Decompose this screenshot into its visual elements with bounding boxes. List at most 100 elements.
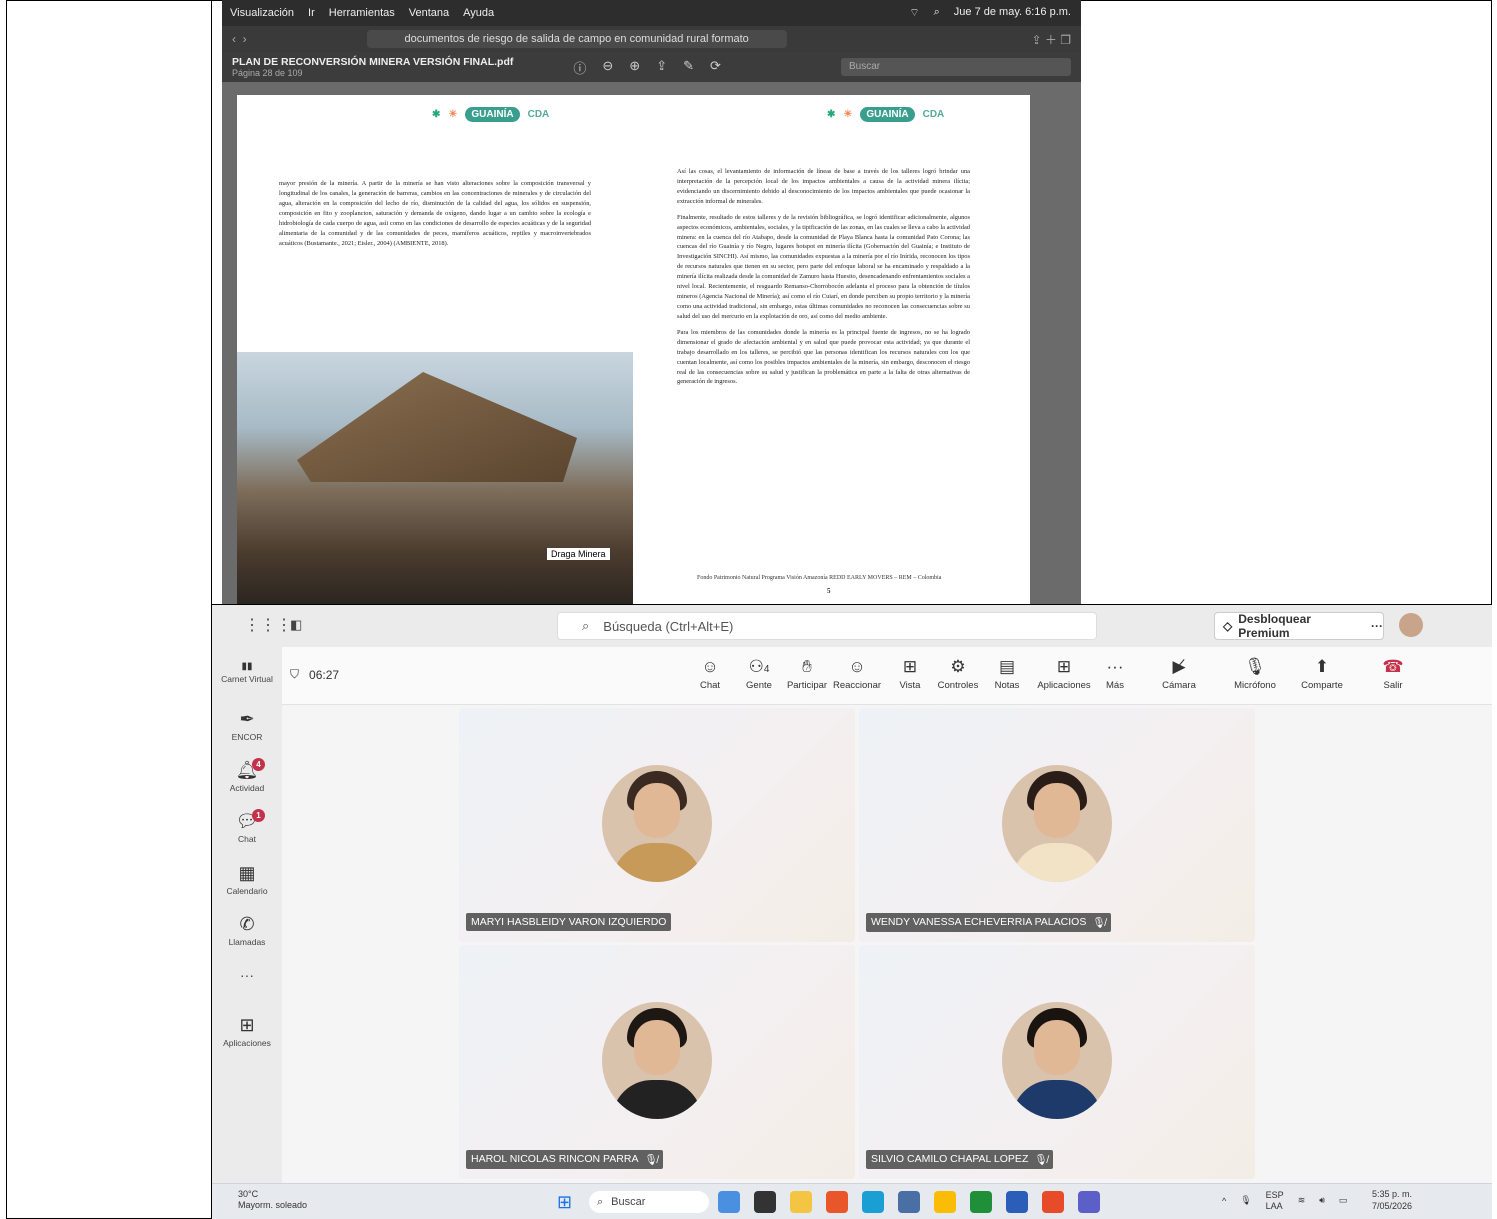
sidebar-item-label: Carnet Virtual [221,674,273,684]
menu-herramientas[interactable]: Herramientas [329,7,395,19]
calculator-icon[interactable] [898,1191,920,1213]
zoom-out-icon[interactable]: ⊖ [602,58,613,77]
plus-icon: ⊞ [1056,657,1072,676]
file-explorer-icon[interactable] [790,1191,812,1213]
smiley-icon: ☺ [848,657,866,676]
chat-button[interactable]: ☺ Chat [685,657,735,691]
sidebar-item-actividad[interactable]: 🔔︎ 4 Actividad [212,758,282,793]
premium-button[interactable]: ◇ Desbloquear Premium ··· [1214,612,1384,640]
chevron-up-icon[interactable]: ^ [1222,1196,1226,1206]
logo-guainia: GUAINÍA [860,107,915,122]
taskbar-search[interactable]: ⌕ Buscar [589,1191,709,1213]
share-button[interactable]: ⬆ Comparte [1292,657,1352,691]
menu-ir[interactable]: Ir [308,7,315,19]
sidebar-item-carnet[interactable]: ▮▮ Carnet Virtual [212,661,282,684]
sidebar-toggle-icon[interactable]: ◧ [290,617,302,633]
phone-icon: ✆ [239,914,255,934]
chat-icon: ☺ [701,657,719,676]
badge-icon: ▮▮ [241,661,253,672]
share-pdf-icon[interactable]: ⇪ [656,58,667,77]
participant-tile[interactable]: SILVIO CAMILO CHAPAL LOPEZ 🎙︎̸ [859,945,1255,1179]
sidebar-item-encor[interactable]: ✒ ENCOR [212,709,282,742]
controls-label: Controles [937,680,979,691]
rotate-icon[interactable]: ⟳ [710,58,721,77]
menu-visualizacion[interactable]: Visualización [230,7,294,19]
news-icon[interactable] [718,1191,740,1213]
markup-icon[interactable]: ✎ [683,58,694,77]
people-label: Gente [746,680,772,691]
sidebar-item-llamadas[interactable]: ✆ Llamadas [212,914,282,947]
taskbar-apps [718,1191,1100,1213]
forward-icon[interactable]: › [243,32,247,46]
chrome-icon[interactable] [934,1191,956,1213]
logo-cda: CDA [922,109,945,120]
name-label: HAROL NICOLAS RINCON PARRA [471,1153,639,1165]
url-bar[interactable]: documentos de riesgo de salida de campo … [366,30,787,48]
search-icon[interactable]: ⌕ [934,6,940,20]
teams-icon[interactable] [1078,1191,1100,1213]
mic-icon[interactable]: 🎙︎ [1240,1195,1251,1206]
apps-grid-icon[interactable]: ⋮⋮⋮ [244,615,292,635]
more-icon: ··· [240,967,254,983]
battery-icon[interactable]: ▭ [1339,1195,1348,1206]
camera-off-icon: ▶̸ [1172,657,1186,676]
mic-button[interactable]: 🎙︎ Micrófono [1225,657,1285,691]
react-button[interactable]: ☺ Reaccionar [832,657,882,691]
word-icon[interactable] [1006,1191,1028,1213]
people-button[interactable]: ⚇4 Gente [734,657,784,691]
participant-tile[interactable]: HAROL NICOLAS RINCON PARRA 🎙︎̸ [459,945,855,1179]
hand-icon: ✋︎ [802,657,812,676]
sidebar-item-label: Calendario [226,886,268,896]
more-button[interactable]: ··· Más [1090,657,1140,691]
teams-titlebar: ⋮⋮⋮ ◧ ⌕ Búsqueda (Ctrl+Alt+E) ◇ Desbloqu… [212,605,1492,647]
brave-icon[interactable] [826,1191,848,1213]
camera-button[interactable]: ▶̸ Cámara [1154,657,1204,691]
profile-avatar[interactable] [1399,613,1423,637]
url-text: documentos de riesgo de salida de campo … [404,33,749,45]
task-view-icon[interactable] [754,1191,776,1213]
volume-icon[interactable]: 🔊︎ [1319,1195,1325,1206]
menu-ventana[interactable]: Ventana [409,7,449,19]
share-icon: ⬆ [1314,657,1330,676]
windows-start-icon[interactable]: ⊞ [557,1192,572,1213]
grid-icon: ⊞ [902,657,918,676]
participant-tile[interactable]: MARYI HASBLEIDY VARON IZQUIERDO [459,708,855,942]
taskbar-clock[interactable]: 5:35 p. m. 7/05/2026 [1372,1189,1412,1212]
calendar-icon: ▦ [238,863,256,883]
language-indicator[interactable]: ESP LAA [1266,1190,1284,1212]
more-label: Más [1106,680,1124,691]
share-label: Comparte [1301,680,1343,691]
mic-label: Micrófono [1234,680,1276,691]
wifi-icon[interactable]: ⌔ [909,6,919,20]
edge-icon[interactable] [862,1191,884,1213]
excel-icon[interactable] [970,1191,992,1213]
raise-hand-button[interactable]: ✋︎ Participar [782,657,832,691]
weather-widget[interactable]: 30°C Mayorm. soleado [238,1189,307,1211]
controls-button[interactable]: ⚙ Controles [933,657,983,691]
menubar-status: ⌔ ⌕ Jue 7 de may. 6:16 p.m. [909,6,1081,20]
wifi-icon[interactable]: ≋ [1298,1195,1306,1206]
view-button[interactable]: ⊞ Vista [885,657,935,691]
zoom-in-icon[interactable]: ⊕ [629,58,640,77]
apps-button[interactable]: ⊞ Aplicaciones [1034,657,1094,691]
teams-search-input[interactable]: ⌕ Búsqueda (Ctrl+Alt+E) [557,612,1097,640]
paragraph-2: Finalmente, resultado de estos talleres … [677,213,970,320]
leave-button[interactable]: ☎ Salir [1368,657,1418,691]
sidebar-item-aplicaciones[interactable]: ⊞ Aplicaciones [212,1015,282,1048]
more-icon[interactable]: ··· [1371,619,1383,633]
dredge-photo: Draga Minera [237,352,633,604]
share-icon[interactable]: ⇪ ＋ ❐ [1032,31,1071,48]
raise-hand-label: Participar [786,680,828,691]
menu-ayuda[interactable]: Ayuda [463,7,494,19]
sidebar-item-chat[interactable]: 💬︎ 1 Chat [212,809,282,844]
notes-button[interactable]: ▤ Notas [982,657,1032,691]
sidebar-item-more[interactable]: ··· [212,967,282,983]
sidebar-item-calendario[interactable]: ▦ Calendario [212,863,282,896]
app-icon[interactable] [1042,1191,1064,1213]
pdf-search-input[interactable]: Buscar [841,58,1071,76]
back-icon[interactable]: ‹ [232,32,236,46]
diamond-icon: ◇ [1223,619,1233,633]
participant-tile[interactable]: WENDY VANESSA ECHEVERRIA PALACIOS 🎙︎̸ [859,708,1255,942]
participant-avatar [1002,1002,1112,1119]
info-icon[interactable]: ⓘ [573,58,586,77]
